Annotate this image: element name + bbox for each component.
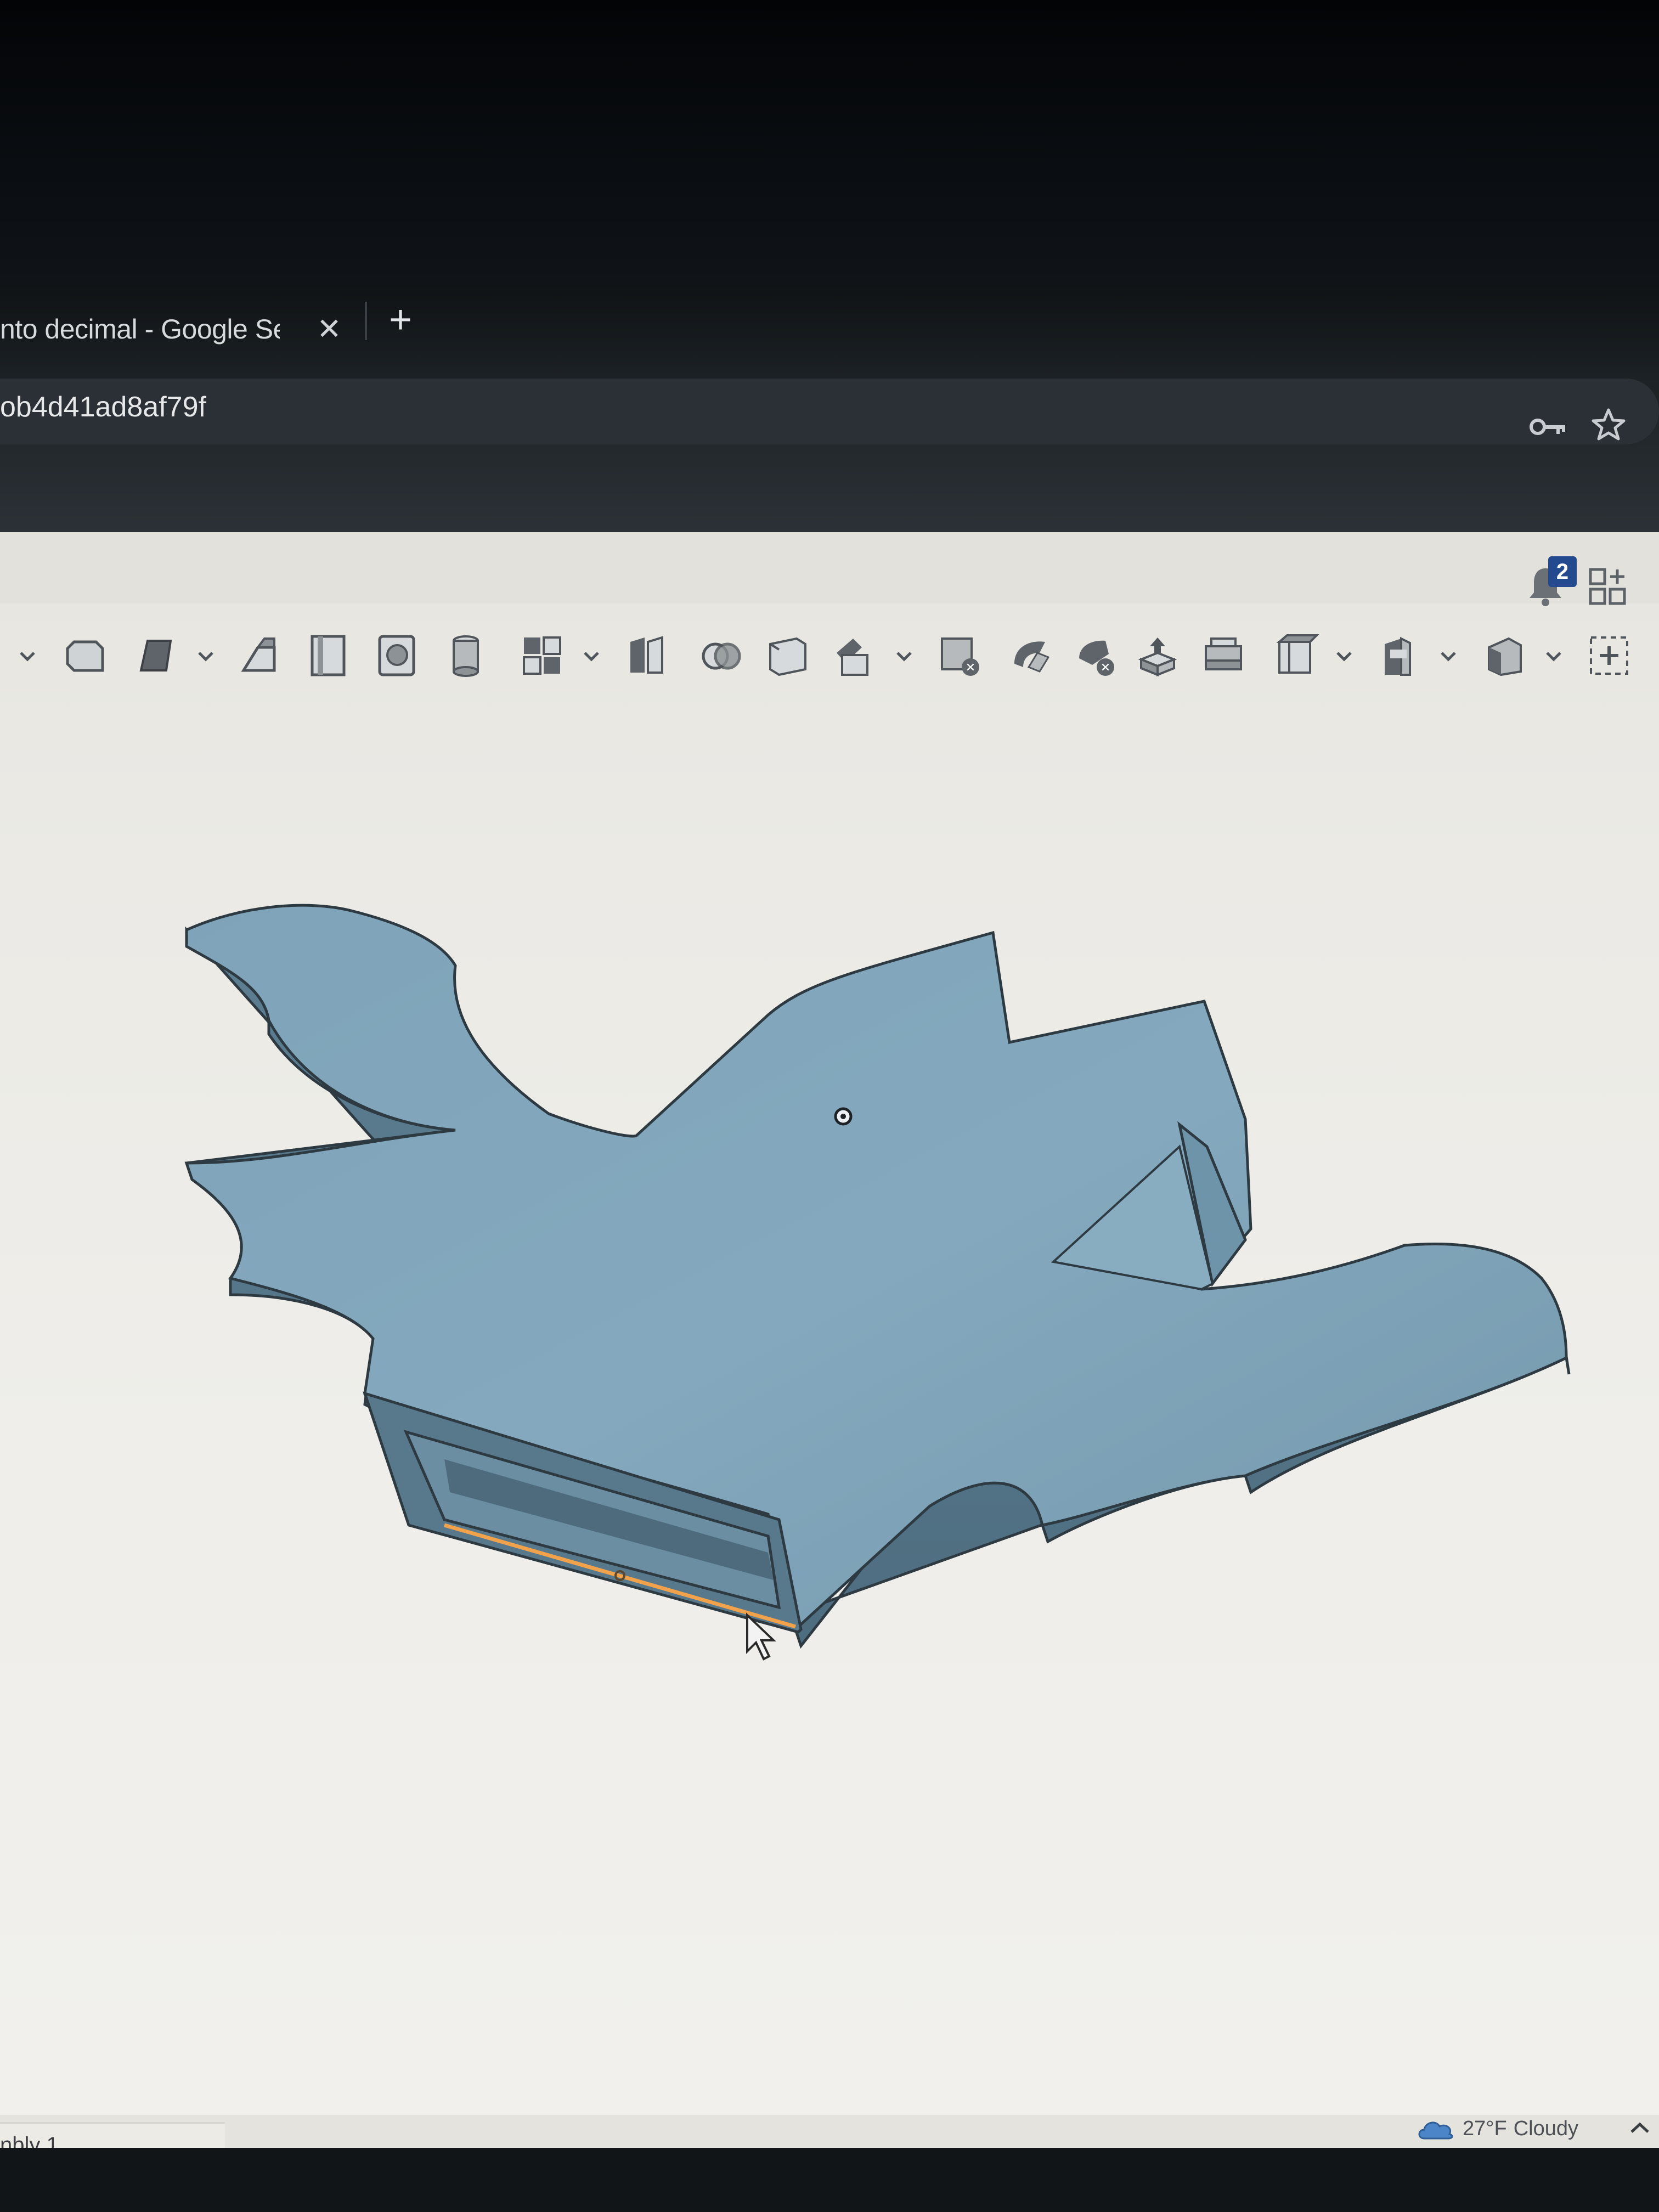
sketch-icon[interactable] — [63, 631, 112, 680]
monitor-bezel — [0, 0, 1659, 285]
modify-fillet-icon[interactable] — [1273, 631, 1322, 680]
cloud-icon — [1418, 2121, 1453, 2140]
extrude-chevron-icon[interactable] — [195, 645, 217, 667]
extrude-icon[interactable] — [134, 631, 184, 680]
key-icon[interactable] — [1528, 410, 1567, 443]
url-text[interactable]: ob4d41ad8af79f — [0, 391, 206, 424]
app-top-bar — [0, 532, 1659, 603]
rib-icon[interactable] — [831, 631, 881, 680]
app-bottom-bar — [0, 2115, 1659, 2148]
shell-icon[interactable] — [697, 631, 746, 680]
thicken-icon[interactable] — [442, 631, 491, 680]
chamfer-icon[interactable] — [623, 631, 672, 680]
modify-fillet-chevron-icon[interactable] — [1333, 645, 1355, 667]
move-face-icon[interactable] — [1377, 631, 1426, 680]
weather-temperature: 27°F — [1463, 2117, 1507, 2140]
system-tray-caret-icon[interactable] — [1626, 2117, 1654, 2138]
delete-icon[interactable] — [1200, 631, 1250, 680]
fillet-chevron-icon[interactable] — [580, 645, 602, 667]
sweep-icon[interactable] — [304, 631, 354, 680]
loft-icon[interactable] — [373, 631, 422, 680]
origin-marker-dot — [840, 1114, 846, 1119]
weather-widget[interactable]: 27°F Cloudy — [1415, 2117, 1578, 2141]
tab-separator — [365, 302, 367, 340]
browser-tab[interactable]: nto decimal - Google Sea ✕ — [0, 296, 362, 362]
dropdown-chevron-icon[interactable] — [16, 645, 38, 667]
rib-chevron-icon[interactable] — [893, 645, 915, 667]
new-tab-button[interactable]: + — [381, 300, 420, 340]
svg-text:✕: ✕ — [1101, 661, 1110, 675]
close-tab-icon[interactable]: ✕ — [313, 313, 346, 346]
move-face-chevron-icon[interactable] — [1437, 645, 1459, 667]
tab-title: nto decimal - Google Sea — [0, 314, 280, 345]
notification-count-badge: 2 — [1548, 556, 1577, 587]
revolve-icon[interactable] — [236, 631, 285, 680]
add-feature-icon[interactable] — [1585, 631, 1635, 680]
transform-icon[interactable] — [1136, 631, 1185, 680]
mate-chevron-icon[interactable] — [1543, 645, 1565, 667]
boolean-icon[interactable] — [1007, 631, 1056, 680]
os-taskbar — [0, 2148, 1659, 2212]
fillet-icon[interactable] — [518, 631, 568, 680]
3d-viewport[interactable] — [0, 713, 1659, 2118]
draft-icon[interactable] — [764, 631, 813, 680]
weather-description: Cloudy — [1513, 2117, 1578, 2140]
address-bar[interactable] — [0, 379, 1659, 444]
apps-grid-icon[interactable] — [1588, 566, 1628, 608]
bookmarks-bar — [0, 450, 1659, 532]
hole-icon[interactable]: ✕ — [935, 631, 985, 680]
model-top-face — [184, 904, 1568, 1632]
split-icon[interactable]: ✕ — [1073, 631, 1122, 680]
svg-text:✕: ✕ — [966, 661, 975, 675]
star-icon[interactable] — [1591, 407, 1626, 442]
mate-connector-icon[interactable] — [1481, 631, 1531, 680]
